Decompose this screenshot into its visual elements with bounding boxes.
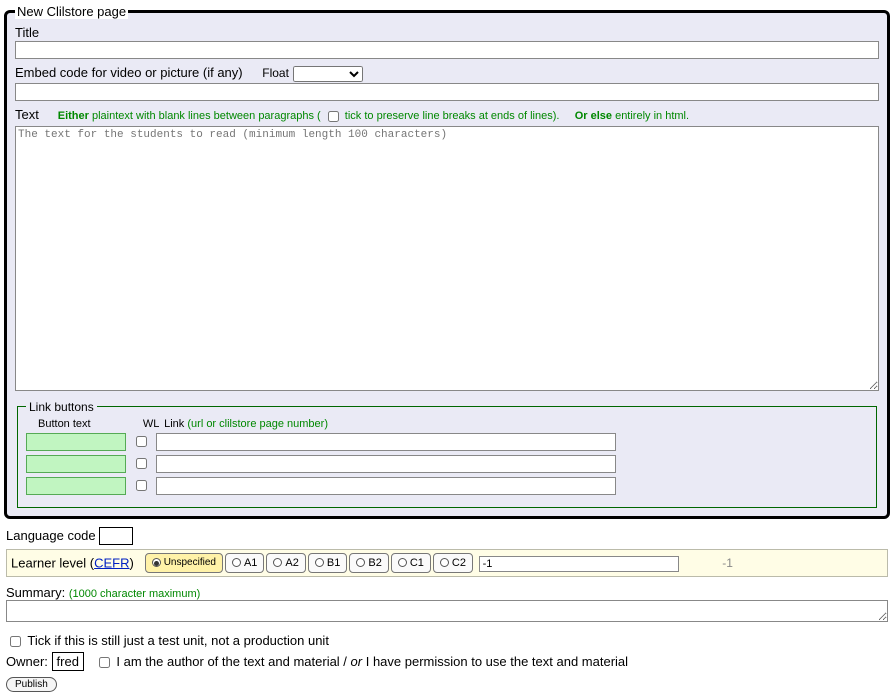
col-link-hint: (url or clilstore page number) <box>187 418 328 430</box>
col-link: Link (url or clilstore page number) <box>164 418 328 430</box>
link-buttons-fieldset: Link buttons Button text WL Link (url or… <box>17 400 877 508</box>
wl-checkbox[interactable] <box>136 458 147 469</box>
cefr-level-b2[interactable]: B2 <box>349 553 388 573</box>
summary-textarea[interactable] <box>6 600 888 622</box>
owner-perm-pre: I am the author of the text and material… <box>116 654 350 669</box>
radio-icon <box>398 558 407 567</box>
link-rows-container <box>26 433 868 495</box>
owner-perm-italic: or <box>351 654 363 669</box>
wl-checkbox[interactable] <box>136 480 147 491</box>
main-text-textarea[interactable] <box>15 126 879 391</box>
embed-input[interactable] <box>15 83 879 101</box>
owner-label: Owner: <box>6 654 48 669</box>
button-text-input[interactable] <box>26 433 126 451</box>
test-unit-label: Tick if this is still just a test unit, … <box>27 633 329 648</box>
col-wl: WL <box>141 418 161 430</box>
link-row <box>26 455 868 473</box>
radio-icon <box>315 558 324 567</box>
title-row: Title <box>15 25 879 59</box>
summary-label: Summary: <box>6 585 65 600</box>
owner-name: fred <box>52 652 84 671</box>
hint-html: entirely in html. <box>612 110 689 122</box>
publish-button[interactable]: Publish <box>6 677 57 692</box>
link-headers: Button text WL Link (url or clilstore pa… <box>26 418 868 430</box>
owner-perm-post: I have permission to use the text and ma… <box>362 654 628 669</box>
lang-code-row: Language code <box>6 527 888 545</box>
cefr-numeric-input[interactable] <box>479 556 679 572</box>
text-hint: Either plaintext with blank lines betwee… <box>42 110 689 122</box>
lang-code-input[interactable] <box>99 527 133 545</box>
hint-either: Either <box>58 110 89 122</box>
embed-label: Embed code for video or picture (if any) <box>15 65 243 80</box>
new-clilstore-fieldset: New Clilstore page Title Embed code for … <box>4 4 890 519</box>
link-url-input[interactable] <box>156 455 616 473</box>
cefr-level-c1[interactable]: C1 <box>391 553 431 573</box>
owner-row: Owner: fred I am the author of the text … <box>6 654 888 671</box>
summary-row: Summary: (1000 character maximum) <box>6 585 888 625</box>
preserve-linebreaks-checkbox[interactable] <box>328 111 339 122</box>
link-url-input[interactable] <box>156 477 616 495</box>
cefr-level-b1[interactable]: B1 <box>308 553 347 573</box>
float-select[interactable] <box>293 66 363 82</box>
radio-icon <box>232 558 241 567</box>
cefr-row: Learner level (CEFR) Unspecified A1 A2 B1 B2… <box>6 549 888 577</box>
cefr-level-label: Unspecified <box>164 555 216 571</box>
radio-icon <box>356 558 365 567</box>
radio-icon <box>273 558 282 567</box>
owner-permission-checkbox[interactable] <box>99 657 110 668</box>
cefr-link[interactable]: CEFR <box>94 555 129 570</box>
cefr-level-label: C1 <box>410 555 424 571</box>
test-unit-checkbox[interactable] <box>10 636 21 647</box>
cefr-numeric-echo: -1 <box>722 556 733 570</box>
radio-icon <box>152 558 161 567</box>
col-button-text: Button text <box>38 418 138 430</box>
link-row <box>26 433 868 451</box>
hint-tick: tick to preserve line breaks at ends of … <box>342 110 560 122</box>
col-link-label: Link <box>164 418 184 430</box>
cefr-level-label: C2 <box>452 555 466 571</box>
cefr-level-label: A2 <box>285 555 298 571</box>
title-input[interactable] <box>15 41 879 59</box>
fieldset-legend: New Clilstore page <box>15 4 128 19</box>
radio-icon <box>440 558 449 567</box>
cefr-level-label: B2 <box>368 555 381 571</box>
below-section: Language code Learner level (CEFR) Unspe… <box>4 527 890 692</box>
text-row: Text Either plaintext with blank lines b… <box>15 107 879 394</box>
cefr-levels: Unspecified A1 A2 B1 B2 C1 C2 <box>145 555 475 570</box>
link-url-input[interactable] <box>156 433 616 451</box>
cefr-level-a1[interactable]: A1 <box>225 553 264 573</box>
cefr-level-unspecified[interactable]: Unspecified <box>145 553 223 573</box>
title-label: Title <box>15 25 39 40</box>
cefr-level-label: B1 <box>327 555 340 571</box>
cefr-level-c2[interactable]: C2 <box>433 553 473 573</box>
float-label: Float <box>262 66 289 80</box>
cefr-level-label: A1 <box>244 555 257 571</box>
text-label: Text <box>15 107 39 122</box>
test-unit-row: Tick if this is still just a test unit, … <box>6 633 888 650</box>
hint-orelse: Or else <box>575 110 612 122</box>
button-text-input[interactable] <box>26 477 126 495</box>
cefr-label-pre: Learner level ( <box>11 555 94 570</box>
wl-checkbox[interactable] <box>136 436 147 447</box>
hint-plain: plaintext with blank lines between parag… <box>89 110 324 122</box>
link-row <box>26 477 868 495</box>
cefr-label-post: ) <box>130 555 134 570</box>
embed-row: Embed code for video or picture (if any)… <box>15 65 879 101</box>
lang-code-label: Language code <box>6 528 96 543</box>
summary-hint: (1000 character maximum) <box>69 588 200 600</box>
cefr-level-a2[interactable]: A2 <box>266 553 305 573</box>
button-text-input[interactable] <box>26 455 126 473</box>
link-buttons-legend: Link buttons <box>26 400 97 414</box>
